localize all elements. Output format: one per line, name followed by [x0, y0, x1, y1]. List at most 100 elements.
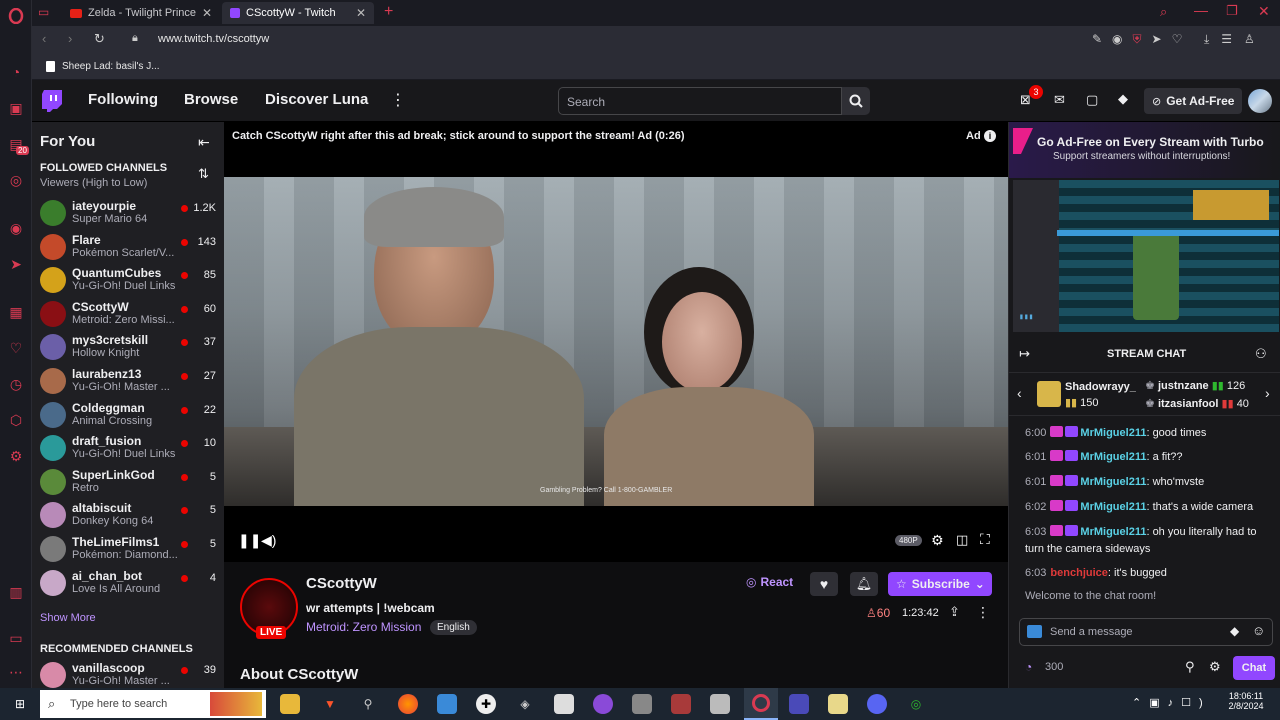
language-tag[interactable]: English [430, 620, 477, 635]
sidebar-channel-item[interactable]: altabiscuit Donkey Kong 64 5 [32, 498, 224, 532]
heart-icon[interactable]: ♡ [6, 338, 26, 358]
crown-icon[interactable]: ◆ [1118, 91, 1128, 107]
video-player[interactable]: Catch CScottyW right after this ad break… [224, 122, 1008, 562]
more-icon[interactable]: ⋯ [6, 662, 26, 682]
more-options-icon[interactable]: ⋮ [976, 604, 990, 621]
users-icon[interactable]: ⚇ [1255, 346, 1267, 362]
close-tab-icon[interactable]: ✕ [356, 6, 366, 20]
sidebar-channel-item[interactable]: draft_fusion Yu-Gi-Oh! Duel Links 10 [32, 431, 224, 465]
windows-start-icon[interactable]: ⊞ [10, 694, 30, 714]
sidebar-channel-item[interactable]: laurabenz13 Yu-Gi-Oh! Master ... 27 [32, 364, 224, 398]
message-user[interactable]: MrMiguel211 [1080, 476, 1146, 488]
obs-icon[interactable] [593, 694, 613, 714]
fullscreen-icon[interactable]: ⛶ [980, 531, 990, 548]
opera-logo-icon[interactable] [6, 6, 26, 26]
reload-icon[interactable]: ↻ [94, 31, 105, 47]
message-user[interactable]: MrMiguel211 [1080, 451, 1146, 463]
grid-icon[interactable]: ▦ [6, 302, 26, 322]
taskbar-search-input[interactable]: ⌕ Type here to search [40, 690, 266, 718]
app6-icon[interactable] [828, 694, 848, 714]
game-link[interactable]: Metroid: Zero Mission [306, 620, 421, 634]
nav-browse[interactable]: Browse [184, 91, 238, 108]
message-user[interactable]: MrMiguel211 [1080, 501, 1146, 513]
forward-icon[interactable]: › [68, 31, 72, 46]
app3-icon[interactable] [671, 694, 691, 714]
app7-icon[interactable]: ◎ [906, 694, 926, 714]
chat-settings-icon[interactable]: ⚙ [1209, 659, 1221, 675]
url-field[interactable]: www.twitch.tv/cscottyw [158, 33, 269, 45]
react-button[interactable]: ◎ React [746, 575, 793, 589]
channel-name[interactable]: CScottyW [306, 575, 377, 592]
more-menu-icon[interactable]: ⋮ [390, 90, 406, 110]
app4-icon[interactable] [710, 694, 730, 714]
emote-picker-icon[interactable]: ☺ [1252, 623, 1265, 638]
search-input[interactable]: Search [558, 87, 842, 115]
instagram-icon[interactable]: ◎ [6, 170, 26, 190]
share-icon[interactable]: ⇪ [949, 604, 960, 620]
send-icon[interactable]: ➤ [6, 254, 26, 274]
tab-twitch[interactable]: CScottyW - Twitch ✕ [222, 2, 374, 24]
app-icon[interactable]: ◈ [515, 694, 535, 714]
follow-heart-button[interactable]: ♥ [810, 572, 838, 596]
mini-player[interactable]: ▮▮▮ [1013, 180, 1279, 332]
sidebar-channel-item[interactable]: mys3cretskill Hollow Knight 37 [32, 330, 224, 364]
taskbar-clock[interactable]: 18:06:11 2/8/2024 [1226, 691, 1266, 711]
mod-tools-icon[interactable]: ⚲ [1185, 659, 1195, 675]
leaderboard-prev-icon[interactable]: ‹ [1017, 385, 1022, 401]
player-icon[interactable]: ◉ [6, 218, 26, 238]
shopping-icon[interactable]: ▣ [6, 98, 26, 118]
leader-name[interactable]: Shadowrayy_ [1065, 381, 1136, 393]
brave-icon[interactable]: ▼ [320, 694, 340, 714]
app2-icon[interactable] [632, 694, 652, 714]
sidebar-channel-item[interactable]: CScottyW Metroid: Zero Missi... 60 [32, 297, 224, 331]
search-button[interactable] [842, 87, 870, 115]
leader-name[interactable]: ♚ justnzane ▮▮ 126 [1145, 379, 1245, 392]
sort-icon[interactable]: ⇅ [198, 166, 209, 182]
panel-icon[interactable]: ▥ [6, 582, 26, 602]
get-ad-free-button[interactable]: ⊘ Get Ad-Free [1144, 88, 1242, 114]
show-more-link[interactable]: Show More [40, 612, 96, 624]
bookmark-item[interactable]: Sheep Lad: basil's J... [62, 61, 160, 72]
nav-following[interactable]: Following [88, 91, 158, 108]
browser-menu-icons[interactable]: ⤓☰♙ [1204, 32, 1267, 47]
sidebar-channel-item[interactable]: SuperLinkGod Retro 5 [32, 465, 224, 499]
toolbox-icon[interactable]: ▭ [6, 628, 26, 648]
notification-bell-button[interactable]: 🔔︎ [850, 572, 878, 596]
file-explorer-icon[interactable] [280, 694, 300, 714]
chat-input[interactable]: Send a message ◆ ☺ [1019, 618, 1273, 646]
maximize-icon[interactable]: ❐ [1226, 3, 1238, 19]
volume-button[interactable]: ◀︎) [261, 532, 276, 549]
store-icon[interactable] [437, 694, 457, 714]
opera-taskbar-active[interactable] [744, 688, 778, 720]
channel-points-icon[interactable]: ◔ [1025, 660, 1032, 674]
chat-send-button[interactable]: Chat [1233, 656, 1275, 680]
firefox-icon[interactable] [398, 694, 418, 714]
history-icon[interactable]: ◷ [6, 374, 26, 394]
message-user[interactable]: MrMiguel211 [1080, 427, 1146, 439]
speed-dial-icon[interactable]: ◔ [6, 62, 26, 82]
inbox-icon[interactable]: ✉ [1054, 92, 1065, 108]
twitch-logo-icon[interactable] [42, 90, 62, 112]
tab-menu-icon[interactable]: ▭ [38, 5, 54, 21]
theatre-mode-icon[interactable]: ◫ [956, 532, 968, 548]
channel-emote-icon[interactable] [1027, 625, 1042, 638]
sidebar-channel-item[interactable]: Flare Pokémon Scarlet/V... 143 [32, 230, 224, 264]
nav-discover-luna[interactable]: Discover Luna [265, 91, 368, 108]
minimize-icon[interactable]: — [1194, 2, 1208, 18]
magnifier-icon[interactable]: ⚲ [358, 694, 378, 714]
sidebar-channel-item[interactable]: QuantumCubes Yu-Gi-Oh! Duel Links 85 [32, 263, 224, 297]
tab-zelda[interactable]: Zelda - Twilight Princess Ra ✕ [62, 2, 220, 24]
plus-app-icon[interactable]: ✚ [476, 694, 496, 714]
leaderboard-next-icon[interactable]: › [1265, 385, 1270, 401]
recommended-channel-item[interactable]: vanillascoop Yu-Gi-Oh! Master ... 39 [32, 658, 224, 688]
notepad-icon[interactable] [554, 694, 574, 714]
box-icon[interactable]: ⬡ [6, 410, 26, 430]
collapse-sidebar-icon[interactable]: ⇤ [198, 134, 210, 151]
pause-button[interactable]: ❚❚ [238, 532, 261, 549]
collapse-chat-icon[interactable]: ↦ [1019, 346, 1030, 362]
bits-icon[interactable]: ◆ [1230, 624, 1239, 638]
app5-icon[interactable] [789, 694, 809, 714]
sidebar-channel-item[interactable]: iateyourpie Super Mario 64 1.2K [32, 196, 224, 230]
discord-icon[interactable] [867, 694, 887, 714]
sidebar-channel-item[interactable]: TheLimeFilms1 Pokémon: Diamond... 5 [32, 532, 224, 566]
